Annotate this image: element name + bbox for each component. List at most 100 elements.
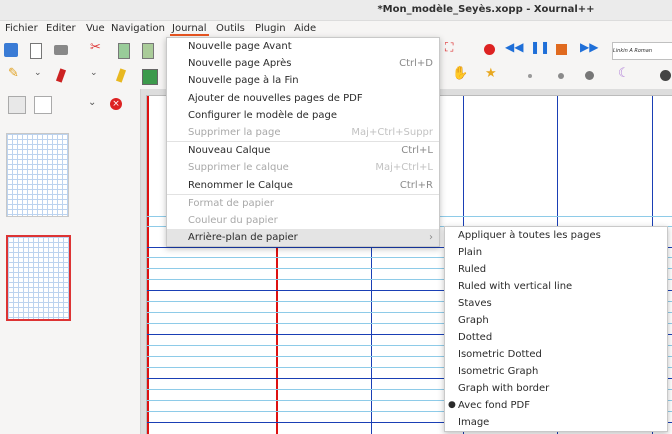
menu-item-new-page-end[interactable]: Nouvelle page à la Fin — [167, 72, 439, 89]
hand-icon[interactable]: ✋ — [452, 66, 468, 81]
thick-dot-icon[interactable] — [585, 71, 594, 80]
color-dot-icon[interactable] — [660, 70, 671, 81]
margin-line — [147, 96, 149, 434]
menu-item-label: Supprimer le calque — [188, 162, 289, 174]
menu-item-delete-layer[interactable]: Supprimer le calque Maj+Ctrl+L — [167, 159, 439, 176]
menu-editer[interactable]: Editer — [44, 23, 78, 34]
menu-vue[interactable]: Vue — [84, 23, 107, 34]
chevron-right-icon: › — [429, 232, 433, 244]
menu-fichier[interactable]: Fichier — [3, 23, 40, 34]
journal-menu: Nouvelle page Avant Nouvelle page Après C… — [166, 37, 440, 248]
shortcut-label: Maj+Ctrl+L — [375, 162, 433, 174]
menu-outils[interactable]: Outils — [214, 23, 247, 34]
submenu-item-label: Isometric Graph — [458, 366, 539, 377]
submenu-item-label: Graph — [458, 315, 489, 326]
menu-plugin[interactable]: Plugin — [253, 23, 288, 34]
chevron-down-icon[interactable]: ⌄ — [34, 68, 48, 82]
menu-item-label: Renommer le Calque — [188, 179, 293, 191]
submenu-item-label: Staves — [458, 298, 492, 309]
menu-item-label: Nouveau Calque — [188, 145, 271, 157]
submenu-item-pdf-background[interactable]: ● Avec fond PDF — [445, 397, 667, 414]
copy-icon[interactable] — [118, 43, 130, 59]
window-title: *Mon_modèle_Seyès.xopp - Xournal++ — [377, 4, 595, 15]
submenu-item-apply-all[interactable]: Appliquer à toutes les pages — [445, 227, 667, 244]
menu-bar: Fichier Editer Vue Navigation Journal Ou… — [0, 21, 672, 37]
pen-icon[interactable]: ✎ — [8, 66, 22, 81]
open-folder-icon[interactable] — [54, 45, 68, 55]
submenu-item-label: Plain — [458, 247, 483, 258]
chevron-down-icon[interactable]: ⌄ — [90, 68, 104, 82]
rewind-icon[interactable]: ◀◀ — [505, 40, 523, 54]
menu-item-paper-format[interactable]: Format de papier — [167, 195, 439, 212]
menu-item-add-pdf-pages[interactable]: Ajouter de nouvelles pages de PDF — [167, 90, 439, 107]
menu-item-paper-color[interactable]: Couleur du papier — [167, 212, 439, 229]
submenu-item-graph-border[interactable]: Graph with border — [445, 380, 667, 397]
submenu-item-plain[interactable]: Plain — [445, 244, 667, 261]
menu-item-label: Ajouter de nouvelles pages de PDF — [188, 92, 363, 104]
save-icon[interactable] — [4, 43, 18, 57]
submenu-item-image[interactable]: Image — [445, 414, 667, 431]
menu-item-rename-layer[interactable]: Renommer le Calque Ctrl+R — [167, 177, 439, 194]
forward-icon[interactable]: ▶▶ — [580, 40, 598, 54]
medium-dot-icon[interactable] — [558, 73, 564, 79]
menu-item-new-layer[interactable]: Nouveau Calque Ctrl+L — [167, 142, 439, 159]
shortcut-label: Maj+Ctrl+Suppr — [351, 126, 433, 138]
menu-item-delete-page[interactable]: Supprimer la page Maj+Ctrl+Suppr — [167, 124, 439, 141]
submenu-item-label: Ruled — [458, 264, 487, 275]
menu-item-label: Nouvelle page Avant — [188, 41, 292, 52]
shortcut-label: Ctrl+L — [401, 145, 433, 157]
font-selector[interactable]: Linkin A Roman — [612, 42, 672, 60]
shape-icon[interactable]: ☾ — [618, 66, 632, 81]
submenu-item-graph[interactable]: Graph — [445, 312, 667, 329]
submenu-item-isometric-dotted[interactable]: Isometric Dotted — [445, 346, 667, 363]
shortcut-label: Ctrl+D — [399, 58, 433, 70]
menu-item-label: Configurer le modèle de page — [188, 109, 337, 121]
record-icon[interactable] — [484, 44, 495, 55]
menu-navigation[interactable]: Navigation — [109, 23, 167, 34]
paste-icon[interactable] — [142, 43, 154, 59]
title-bar: *Mon_modèle_Seyès.xopp - Xournal++ — [0, 0, 672, 21]
menu-item-label: Supprimer la page — [188, 126, 281, 138]
layout-toggle-icon[interactable] — [8, 96, 26, 114]
menu-item-new-page-after[interactable]: Nouvelle page Après Ctrl+D — [167, 55, 439, 72]
radio-selected-icon: ● — [448, 400, 456, 410]
menu-item-new-page-before[interactable]: Nouvelle page Avant — [167, 38, 439, 55]
page-thumbnail[interactable] — [6, 133, 69, 217]
menu-item-label: Nouvelle page Après — [188, 58, 292, 70]
menu-item-label: Nouvelle page à la Fin — [188, 75, 299, 87]
menu-item-label: Arrière-plan de papier — [188, 232, 298, 244]
cut-icon[interactable]: ✂ — [90, 40, 104, 55]
submenu-item-staves[interactable]: Staves — [445, 295, 667, 312]
stop-icon[interactable] — [556, 44, 567, 55]
new-document-icon[interactable] — [30, 43, 42, 59]
thin-dot-icon[interactable] — [528, 74, 532, 78]
submenu-item-ruled[interactable]: Ruled — [445, 261, 667, 278]
menu-item-configure-template[interactable]: Configurer le modèle de page — [167, 107, 439, 124]
fullscreen-icon[interactable]: ⛶ — [445, 40, 459, 54]
submenu-item-label: Avec fond PDF — [458, 400, 530, 411]
submenu-item-ruled-vertical[interactable]: Ruled with vertical line — [445, 278, 667, 295]
highlighter-icon[interactable] — [55, 68, 67, 83]
menu-item-label: Couleur du papier — [188, 214, 278, 226]
menu-aide[interactable]: Aide — [292, 23, 318, 34]
menu-journal[interactable]: Journal — [170, 23, 209, 36]
chevron-down-icon[interactable]: ⌄ — [88, 97, 96, 108]
submenu-item-dotted[interactable]: Dotted — [445, 329, 667, 346]
marker-icon[interactable] — [115, 68, 127, 83]
page-thumbnail-selected[interactable] — [6, 235, 71, 321]
pause-icon[interactable]: ❚❚ — [530, 40, 550, 54]
image-icon[interactable] — [142, 69, 158, 85]
sidebar: ⌄ × — [0, 89, 141, 434]
submenu-item-label: Graph with border — [458, 383, 550, 394]
star-icon[interactable]: ★ — [485, 66, 499, 81]
submenu-item-label: Image — [458, 417, 490, 428]
page-preview-toggle-icon[interactable] — [34, 96, 52, 114]
submenu-item-label: Appliquer à toutes les pages — [458, 230, 601, 241]
close-icon[interactable]: × — [110, 98, 122, 110]
menu-item-paper-background[interactable]: Arrière-plan de papier › — [167, 229, 439, 247]
submenu-item-isometric-graph[interactable]: Isometric Graph — [445, 363, 667, 380]
menu-item-label: Format de papier — [188, 197, 274, 209]
submenu-item-label: Isometric Dotted — [458, 349, 542, 360]
submenu-item-label: Dotted — [458, 332, 493, 343]
submenu-item-label: Ruled with vertical line — [458, 281, 573, 292]
